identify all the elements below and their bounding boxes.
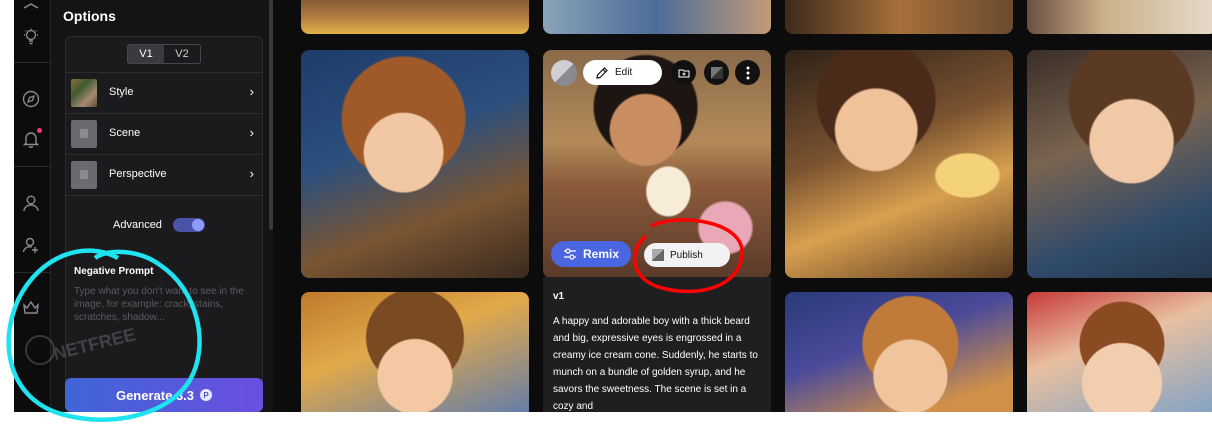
gallery-image[interactable]: [543, 0, 771, 34]
style-thumbnail: [71, 79, 97, 107]
pencil-icon: [596, 66, 608, 79]
options-box: V1 V2 Style › Scene › Perspective › Adva…: [65, 36, 263, 398]
author-avatar[interactable]: [551, 60, 577, 86]
image-description: A happy and adorable boy with a thick be…: [553, 316, 758, 412]
chevron-right-icon: ›: [249, 84, 254, 99]
more-options-icon[interactable]: [735, 60, 760, 85]
chevron-right-icon: ›: [249, 166, 254, 181]
style-row[interactable]: Style ›: [66, 72, 262, 113]
advanced-toggle[interactable]: [173, 218, 205, 232]
gallery-image[interactable]: [785, 0, 1013, 34]
perspective-thumbnail: [71, 161, 97, 189]
crown-basket-icon[interactable]: [20, 296, 42, 318]
advanced-label: Advanced: [113, 219, 162, 231]
explore-compass-icon[interactable]: [20, 88, 42, 110]
gallery-image[interactable]: [785, 292, 1013, 412]
negative-prompt-title: Negative Prompt: [74, 266, 154, 277]
profile-user-icon[interactable]: [20, 192, 42, 214]
scene-row[interactable]: Scene ›: [66, 113, 262, 154]
remix-label: Remix: [583, 247, 620, 261]
notification-bell-icon[interactable]: [20, 128, 42, 150]
remix-button[interactable]: Remix: [551, 241, 631, 267]
app-window: Options V1 V2 Style › Scene › Perspectiv…: [14, 0, 1212, 412]
icon-rail: [14, 0, 51, 412]
credit-coin-icon: P: [200, 389, 213, 401]
scene-label: Scene: [109, 127, 141, 139]
options-panel: Options V1 V2 Style › Scene › Perspectiv…: [51, 0, 273, 412]
publish-icon: [652, 249, 664, 261]
panel-title: Options: [63, 8, 116, 24]
style-label: Style: [109, 86, 134, 98]
lightbulb-icon[interactable]: [20, 26, 42, 48]
gallery-image[interactable]: [301, 50, 529, 278]
add-to-folder-icon[interactable]: [671, 60, 696, 85]
add-user-icon[interactable]: [20, 234, 42, 256]
perspective-row[interactable]: Perspective ›: [66, 154, 262, 195]
notification-dot: [37, 128, 42, 133]
version-v2-button[interactable]: V2: [164, 45, 200, 63]
chevron-right-icon: ›: [249, 125, 254, 140]
edit-label: Edit: [615, 67, 633, 78]
gallery-image[interactable]: [785, 50, 1013, 278]
image-detail-card: v1 A happy and adorable boy with a thick…: [543, 277, 771, 412]
scene-thumbnail: [71, 120, 97, 148]
generate-label: Generate 3.3: [115, 387, 195, 403]
publish-button[interactable]: Publish: [644, 243, 730, 267]
blurred-avatar-icon[interactable]: [704, 60, 729, 85]
negative-prompt-input[interactable]: Type what you don't want to see in the i…: [74, 285, 246, 324]
feed-icon[interactable]: [20, 0, 42, 22]
version-toggle: V1 V2: [127, 44, 201, 64]
sliders-icon: [564, 248, 576, 260]
gallery-image[interactable]: [1027, 292, 1212, 412]
selected-gallery-image[interactable]: Edit Remix Publish: [543, 50, 771, 278]
version-label: v1: [553, 291, 565, 302]
gallery-image[interactable]: [1027, 50, 1212, 278]
edit-button[interactable]: Edit: [583, 60, 662, 85]
publish-label: Publish: [670, 249, 703, 261]
gallery-image[interactable]: [301, 292, 529, 412]
perspective-label: Perspective: [109, 168, 167, 180]
version-v1-button[interactable]: V1: [128, 45, 164, 63]
panel-scrollbar[interactable]: [269, 0, 273, 230]
generate-button[interactable]: Generate 3.3 P: [65, 378, 263, 412]
gallery-image[interactable]: [1027, 0, 1212, 34]
gallery-image[interactable]: [301, 0, 529, 34]
